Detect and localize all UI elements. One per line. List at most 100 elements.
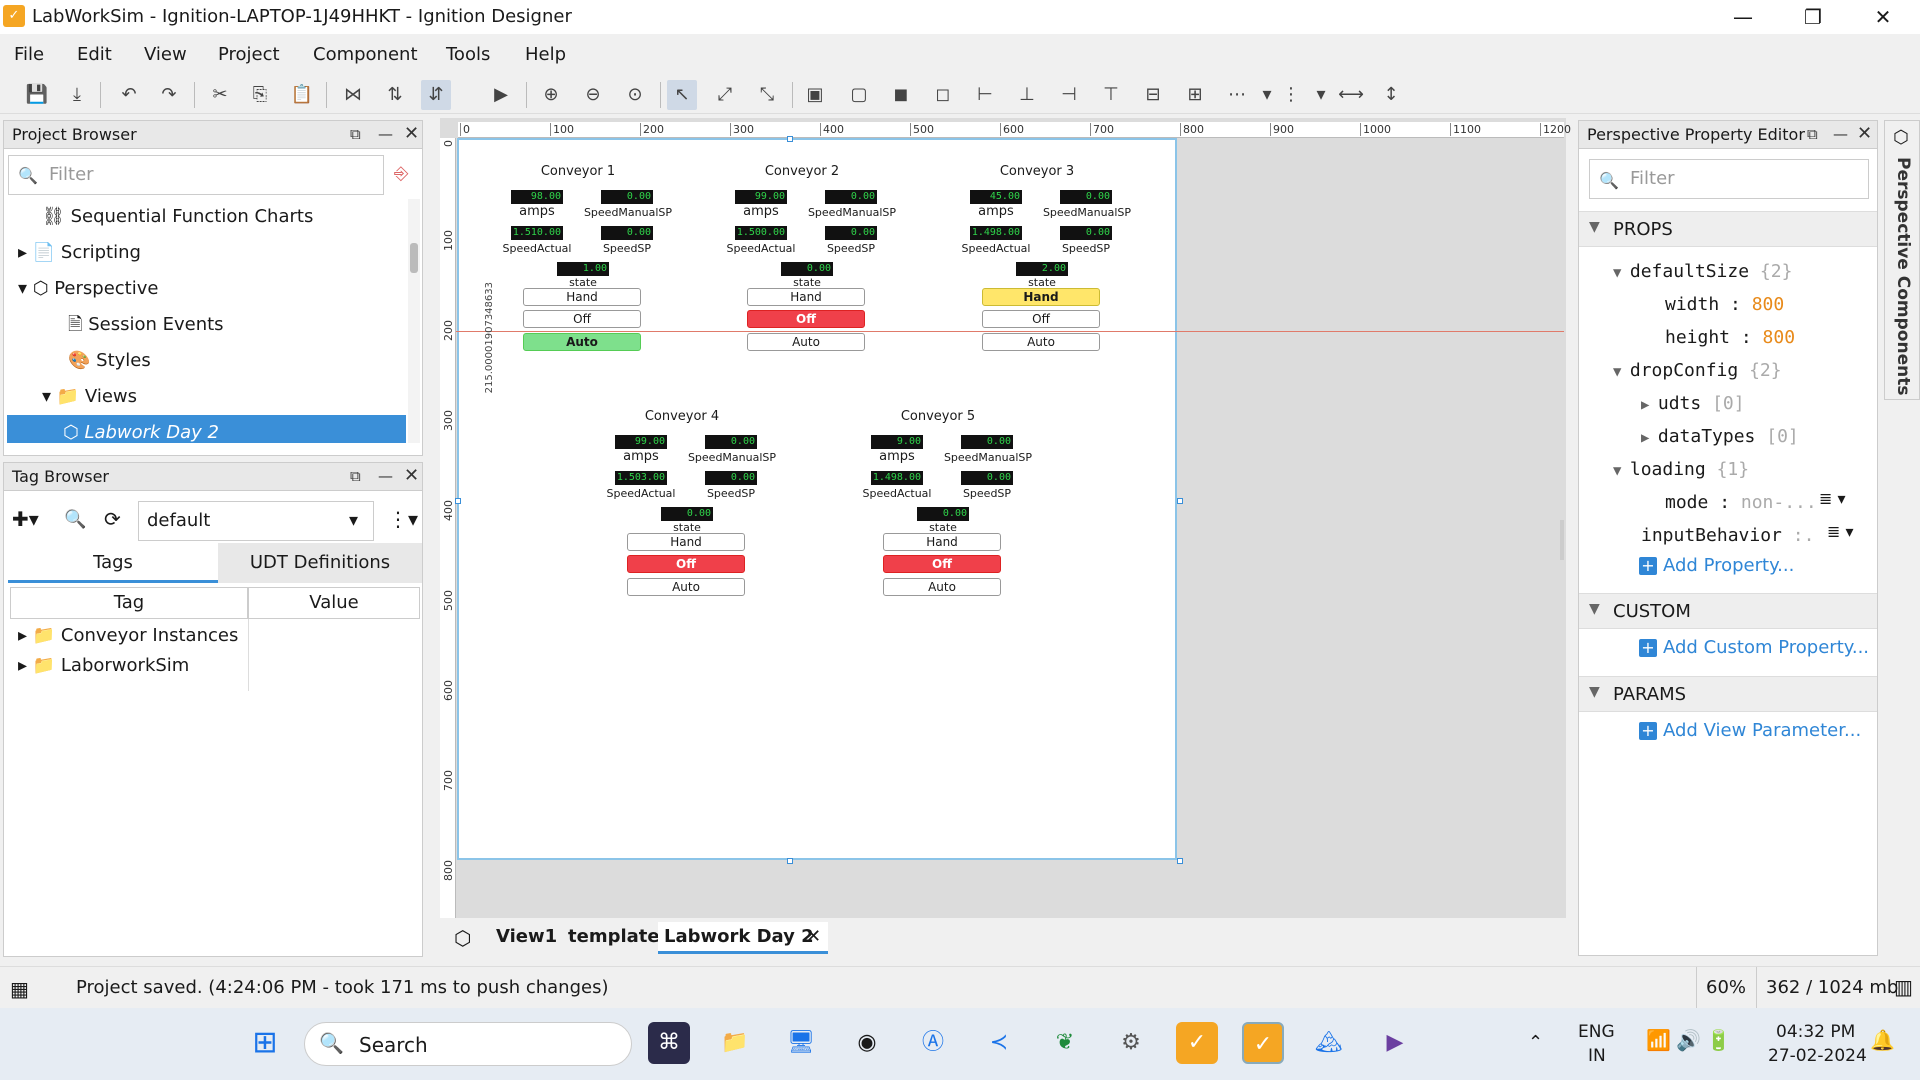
save-icon[interactable]: 💾 (22, 80, 52, 110)
settings-icon[interactable]: ⚙ (1110, 1022, 1152, 1064)
distribute-v-icon[interactable]: ⋮ (1276, 80, 1306, 110)
off-button[interactable]: Off (982, 310, 1100, 328)
menu-help[interactable]: Help (525, 44, 566, 65)
more-icon[interactable]: ⋮▾ (388, 507, 418, 531)
tag-row[interactable]: ▸ 📁 LaborworkSim (18, 651, 189, 681)
clock-date[interactable]: 27-02-2024 (1768, 1046, 1867, 1066)
conveyor-template-1[interactable]: Conveyor 1 98.00 amps 0.00 SpeedManualSP 1.51… (503, 164, 672, 354)
mongodb-icon[interactable]: ❦ (1044, 1022, 1086, 1064)
tree-perspective[interactable]: ▾ ⬡ Perspective (18, 271, 158, 307)
minimize-icon[interactable]: — (1833, 125, 1848, 143)
align-middle-icon[interactable]: ⊟ (1138, 80, 1168, 110)
monitor-icon[interactable]: 🖥 (780, 1022, 822, 1064)
expand-arrow-icon[interactable]: ▸ (18, 242, 33, 263)
close-icon[interactable]: ✕ (404, 123, 419, 144)
section-params[interactable]: PARAMS (1579, 676, 1877, 712)
collapse-arrow-icon[interactable]: ▾ (42, 386, 57, 407)
hand-button[interactable]: Hand (747, 288, 865, 306)
ungroup-icon[interactable]: ▢ (844, 80, 874, 110)
auto-button[interactable]: Auto (747, 333, 865, 351)
collapse-arrow-icon[interactable]: ▼ (1589, 684, 1600, 700)
same-width-icon[interactable]: ⟷ (1336, 80, 1366, 110)
align-right-icon[interactable]: ⊣ (1054, 80, 1084, 110)
zoom-out-icon[interactable]: ⊖ (578, 80, 608, 110)
copy-icon[interactable]: ⎘ (245, 80, 275, 110)
search-icon[interactable]: 🔍 (64, 509, 86, 530)
add-view-parameter-link[interactable]: + Add View Parameter... (1639, 720, 1861, 741)
locate-icon[interactable]: ⎆ (394, 163, 408, 184)
expand-arrow-icon[interactable]: ▸ (18, 625, 33, 646)
minimize-icon[interactable]: — (378, 125, 393, 143)
menu-edit[interactable]: Edit (77, 44, 112, 65)
section-custom[interactable]: CUSTOM (1579, 593, 1877, 629)
flip-icon[interactable]: ⇅ (380, 80, 410, 110)
chart-icon[interactable]: ▥ (1894, 975, 1913, 999)
tree-session-events[interactable]: 🗎 Session Events (68, 307, 224, 343)
align-top-icon[interactable]: ⊤ (1096, 80, 1126, 110)
tree-styles[interactable]: 🎨 Styles (68, 343, 151, 379)
tree-scripting[interactable]: ▸ 📄 Scripting (18, 235, 141, 271)
app-terminal-icon[interactable]: ⌘ (648, 1022, 690, 1064)
hand-button[interactable]: Hand (627, 533, 745, 551)
hand-button[interactable]: Hand (883, 533, 1001, 551)
redo-icon[interactable]: ↷ (154, 80, 184, 110)
prop-data-types[interactable]: ▶ dataTypes [0] (1641, 420, 1799, 453)
refresh-icon[interactable]: ⟳ (104, 507, 121, 531)
notification-icon[interactable]: 🔔 (1870, 1028, 1895, 1052)
photos-icon[interactable]: 🏔 (1308, 1022, 1350, 1064)
tree-sfc[interactable]: ⛓ Sequential Function Charts (42, 199, 313, 235)
float-icon[interactable]: ⧉ (350, 125, 361, 143)
connect-tool-icon[interactable]: ⤢ (710, 80, 740, 110)
pipe-tool-icon[interactable]: ⤡ (752, 80, 782, 110)
menu-project[interactable]: Project (218, 44, 280, 65)
column-value[interactable]: Value (248, 587, 420, 619)
float-icon[interactable]: ⧉ (1807, 125, 1818, 143)
prop-drop-config[interactable]: ▼ dropConfig {2} (1613, 354, 1782, 387)
menu-view[interactable]: View (144, 44, 187, 65)
resize-handle[interactable] (787, 858, 793, 864)
vscode-icon[interactable]: ≺ (978, 1022, 1020, 1064)
resize-handle[interactable] (1177, 858, 1183, 864)
cut-icon[interactable]: ✂ (205, 80, 235, 110)
scroll-thumb[interactable] (410, 243, 418, 273)
prop-mode[interactable]: mode : non-... (1665, 486, 1817, 519)
zoom-level[interactable]: 60% (1706, 977, 1746, 998)
minimize-icon[interactable]: — (378, 467, 393, 485)
volume-icon[interactable]: 🔊 (1676, 1028, 1701, 1052)
prop-input-behavior[interactable]: inputBehavior :. (1641, 519, 1814, 552)
splitter-handle[interactable] (1560, 520, 1564, 560)
conveyor-template-5[interactable]: Conveyor 5 9.00 amps 0.00 SpeedManualSP 1.498… (863, 409, 1032, 599)
tab-labwork-day-2[interactable]: Labwork Day 2 ✕ (658, 922, 828, 954)
start-icon[interactable]: ⊞ (244, 1022, 286, 1064)
close-icon[interactable]: ✕ (404, 465, 419, 486)
menu-tools[interactable]: Tools (446, 44, 490, 65)
conveyor-template-3[interactable]: Conveyor 3 45.00 amps 0.00 SpeedManualSP 1.49… (962, 164, 1131, 354)
app-a-icon[interactable]: Ⓐ (912, 1022, 954, 1064)
close-icon[interactable]: ✕ (1857, 123, 1872, 144)
close-window-button[interactable]: ✕ (1848, 0, 1918, 34)
grid-icon[interactable]: ▦ (10, 977, 29, 1001)
tab-view1[interactable]: View1 (496, 926, 557, 947)
auto-button[interactable]: Auto (883, 578, 1001, 596)
battery-icon[interactable]: 🔋 (1706, 1028, 1731, 1052)
maximize-button[interactable]: ❐ (1778, 0, 1848, 34)
align-left-icon[interactable]: ⊢ (970, 80, 1000, 110)
list-icon[interactable]: ≣ ▾ (1819, 489, 1846, 508)
conveyor-template-4[interactable]: Conveyor 4 99.00 amps 0.00 SpeedManualSP 1.50… (607, 409, 776, 599)
perspective-components-tab[interactable]: ⬡ Perspective Components (1884, 120, 1920, 400)
resize-handle[interactable] (1177, 498, 1183, 504)
off-button[interactable]: Off (747, 310, 865, 328)
hand-button[interactable]: Hand (523, 288, 641, 306)
float-icon[interactable]: ⧉ (350, 467, 361, 485)
project-filter-input[interactable]: Filter (8, 155, 384, 195)
resize-handle[interactable] (787, 136, 793, 142)
auto-button[interactable]: Auto (627, 578, 745, 596)
column-tag[interactable]: Tag (10, 587, 248, 619)
chevron-up-icon[interactable]: ⌃ (1528, 1032, 1543, 1053)
resize-handle[interactable] (455, 498, 461, 504)
provider-select[interactable]: default ▾ (138, 501, 374, 541)
tree-labwork-day-2[interactable]: ⬡ Labwork Day 2 (7, 415, 406, 443)
undo-icon[interactable]: ↶ (114, 80, 144, 110)
tab-template[interactable]: template (568, 926, 660, 947)
save-all-icon[interactable]: ⤓ (62, 80, 92, 110)
